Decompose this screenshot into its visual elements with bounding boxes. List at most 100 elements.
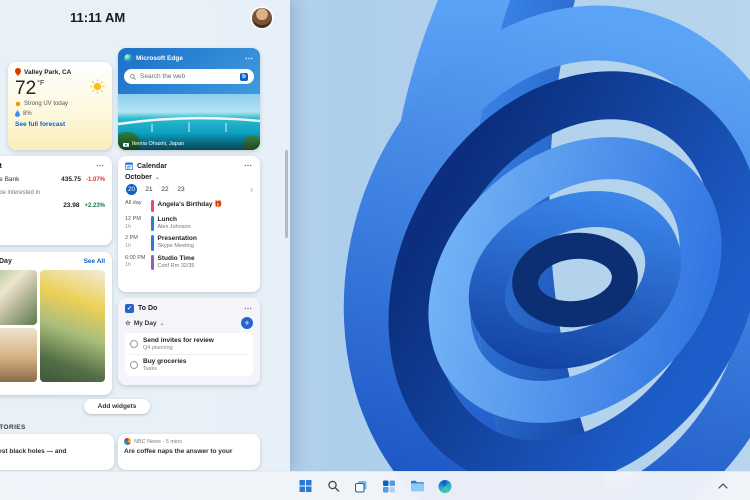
stock-name: Commerce Bank bbox=[0, 176, 61, 183]
calendar-event[interactable]: All day Angela's Birthday 🎁 bbox=[125, 200, 253, 212]
event-detail: Alex Johnson bbox=[158, 224, 191, 230]
chevron-right-icon[interactable]: › bbox=[250, 185, 253, 194]
calendar-menu-button[interactable]: ⋯ bbox=[244, 162, 253, 170]
news-headline: Are coffee naps the answer to your bbox=[124, 448, 254, 455]
panel-scrollbar[interactable] bbox=[285, 150, 288, 238]
news-meta: NBC News · 5 mins bbox=[134, 439, 182, 445]
edge-widget-title: Microsoft Edge bbox=[136, 55, 183, 62]
calendar-events: All day Angela's Birthday 🎁 12 PM 1h Lun… bbox=[125, 200, 253, 270]
raindrop-icon bbox=[15, 110, 20, 117]
event-color-bar bbox=[151, 216, 154, 231]
calendar-date-selected[interactable]: 20 bbox=[126, 184, 137, 195]
weather-condition-row: Strong UV today bbox=[15, 101, 105, 107]
event-time: 2 PM bbox=[125, 235, 138, 241]
todo-list-name[interactable]: My Day bbox=[134, 320, 157, 327]
edge-search-placeholder: Search the web bbox=[140, 73, 185, 80]
gift-icon: 🎁 bbox=[214, 201, 222, 208]
bing-icon: b bbox=[240, 73, 248, 81]
nbc-news-logo bbox=[124, 438, 131, 445]
edge-photo[interactable]: Ikema Ohashi, Japan bbox=[118, 94, 260, 150]
stock-change: +2.23% bbox=[84, 203, 105, 209]
user-avatar[interactable] bbox=[252, 8, 272, 28]
event-color-bar bbox=[151, 255, 154, 270]
task-checkbox[interactable] bbox=[130, 361, 138, 369]
system-tray bbox=[718, 472, 728, 500]
news-section-label: TOP STORIES bbox=[0, 424, 58, 431]
stock-row[interactable]: 23.98 +2.23% bbox=[0, 202, 105, 209]
location-pin-icon bbox=[15, 68, 21, 76]
edge-button[interactable] bbox=[434, 475, 457, 498]
event-duration: 1h bbox=[125, 262, 131, 268]
watchlist-menu-button[interactable]: ⋯ bbox=[96, 162, 105, 170]
todo-task[interactable]: Send invites for review Q4 planning bbox=[130, 334, 248, 354]
weather-widget[interactable]: Valley Park, CA 72 °F bbox=[8, 62, 112, 150]
calendar-event[interactable]: 12 PM 1h Lunch Alex Johnson bbox=[125, 216, 253, 231]
task-title: Send invites for review bbox=[143, 337, 214, 344]
calendar-date[interactable]: 22 bbox=[161, 186, 169, 193]
taskbar-center bbox=[294, 472, 457, 500]
calendar-event[interactable]: 6:00 PM 1h Studio Time Conf Rm 32/35 bbox=[125, 255, 253, 270]
task-detail: Q4 planning bbox=[143, 345, 214, 351]
search-button[interactable] bbox=[322, 475, 345, 498]
see-all-link[interactable]: See All bbox=[84, 258, 105, 265]
calendar-date[interactable]: 23 bbox=[177, 186, 185, 193]
todo-logo-icon: ✓ bbox=[125, 304, 134, 313]
event-time: 12 PM bbox=[125, 216, 141, 222]
todo-widget[interactable]: ✓ To Do ⋯ ☆ My Day ⌄ + Send invites for … bbox=[118, 298, 260, 385]
widgets-icon bbox=[383, 480, 396, 493]
photos-title: On This Day bbox=[0, 258, 12, 265]
stock-value: 23.98 bbox=[63, 202, 79, 209]
todo-task[interactable]: Buy groceries Tasks bbox=[130, 354, 248, 375]
photo-grid bbox=[0, 270, 105, 382]
event-duration: 1h bbox=[125, 224, 131, 230]
weather-location-row: Valley Park, CA bbox=[15, 68, 105, 76]
todo-title: To Do bbox=[138, 305, 157, 312]
camera-icon bbox=[123, 142, 129, 147]
event-color-bar bbox=[151, 235, 154, 250]
news-card[interactable]: NBC News · 5 mins Are coffee naps the an… bbox=[118, 434, 260, 470]
file-explorer-icon bbox=[410, 480, 424, 492]
event-duration: 1h bbox=[125, 243, 131, 249]
weather-condition: Strong UV today bbox=[24, 101, 68, 107]
news-card[interactable]: 3 mins the smallest black holes — and bbox=[0, 434, 114, 470]
watchlist-widget[interactable]: Watchlist ⋯ Commerce Bank 435.75 -1.07% … bbox=[0, 156, 112, 245]
weather-precip: 8% bbox=[23, 111, 32, 117]
task-checkbox[interactable] bbox=[130, 340, 138, 348]
edge-widget[interactable]: Microsoft Edge ⋯ Search the web b bbox=[118, 48, 260, 150]
calendar-icon bbox=[125, 162, 133, 170]
photo-thumbnail[interactable] bbox=[0, 270, 37, 325]
star-icon: ☆ bbox=[125, 319, 131, 327]
taskbar bbox=[0, 471, 750, 500]
photo-thumbnail[interactable] bbox=[0, 328, 37, 383]
search-icon bbox=[130, 74, 136, 80]
edge-menu-button[interactable]: ⋯ bbox=[245, 55, 254, 63]
event-detail: Conf Rm 32/35 bbox=[158, 263, 195, 269]
todo-menu-button[interactable]: ⋯ bbox=[244, 305, 253, 313]
see-full-forecast-link[interactable]: See full forecast bbox=[15, 121, 105, 128]
chevron-up-icon[interactable] bbox=[718, 483, 728, 489]
file-explorer-button[interactable] bbox=[406, 475, 429, 498]
weather-unit: °F bbox=[37, 80, 44, 87]
photo-thumbnail[interactable] bbox=[40, 270, 106, 382]
calendar-month-selector[interactable]: October ⌄ bbox=[125, 174, 253, 181]
chevron-down-icon: ⌄ bbox=[155, 174, 160, 181]
start-button[interactable] bbox=[294, 475, 317, 498]
task-view-button[interactable] bbox=[350, 475, 373, 498]
calendar-widget[interactable]: Calendar ⋯ October ⌄ 20 21 22 23 › All d… bbox=[118, 156, 260, 292]
task-detail: Tasks bbox=[143, 366, 186, 372]
task-view-icon bbox=[355, 480, 368, 493]
stock-row[interactable]: Commerce Bank 435.75 -1.07% bbox=[0, 176, 105, 183]
watchlist-title: Watchlist bbox=[0, 163, 2, 170]
news-headline: the smallest black holes — and bbox=[0, 448, 108, 455]
photos-widget[interactable]: On This Day See All bbox=[0, 252, 112, 395]
widgets-button[interactable] bbox=[378, 475, 401, 498]
calendar-event[interactable]: 2 PM 1h Presentation Skype Meeting bbox=[125, 235, 253, 250]
add-task-button[interactable]: + bbox=[241, 317, 253, 329]
event-time: 6:00 PM bbox=[125, 255, 145, 261]
add-widgets-button[interactable]: Add widgets bbox=[84, 399, 150, 414]
search-icon bbox=[327, 480, 339, 492]
edge-search-input[interactable]: Search the web b bbox=[124, 69, 254, 84]
calendar-date[interactable]: 21 bbox=[145, 186, 153, 193]
photo-caption: Ikema Ohashi, Japan bbox=[132, 141, 184, 147]
event-color-bar bbox=[151, 200, 154, 212]
